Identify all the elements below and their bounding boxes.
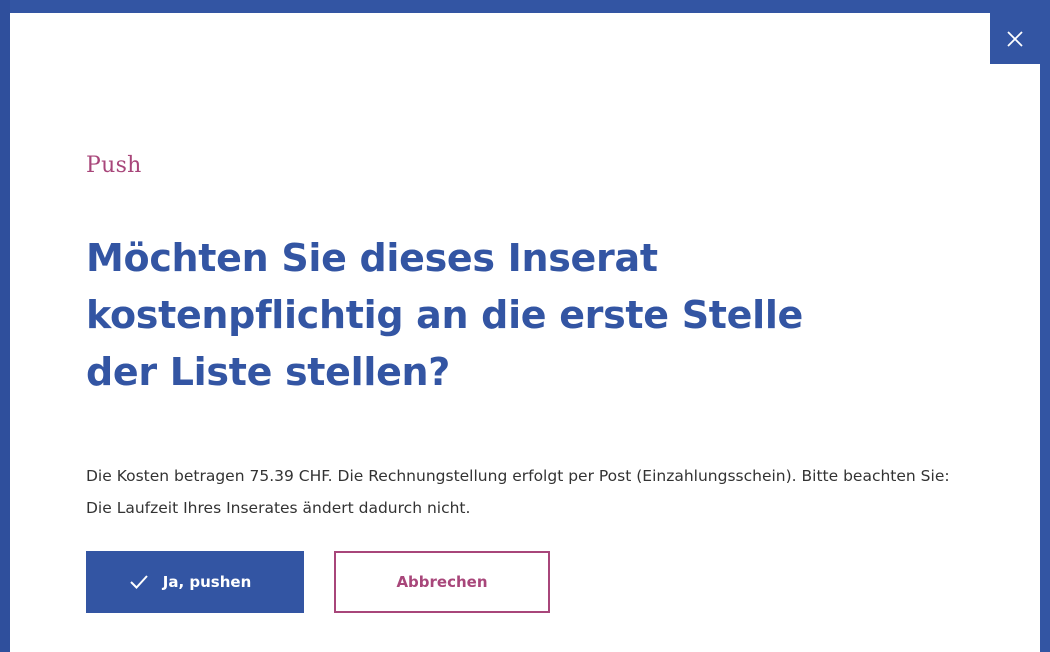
dialog-eyebrow: Push bbox=[86, 153, 142, 178]
page-backdrop bbox=[0, 0, 10, 652]
dialog-description: Die Kosten betragen 75.39 CHF. Die Rechn… bbox=[86, 467, 950, 517]
check-icon bbox=[130, 575, 148, 589]
cancel-button[interactable]: Abbrechen bbox=[334, 551, 550, 613]
cancel-label: Abbrechen bbox=[396, 573, 488, 591]
close-button[interactable] bbox=[990, 13, 1040, 64]
confirm-push-button[interactable]: Ja, pushen bbox=[86, 551, 304, 613]
close-icon bbox=[1007, 30, 1023, 47]
confirm-push-label: Ja, pushen bbox=[162, 573, 252, 591]
dialog-title: Möchten Sie dieses Inserat kostenpflicht… bbox=[86, 236, 804, 394]
